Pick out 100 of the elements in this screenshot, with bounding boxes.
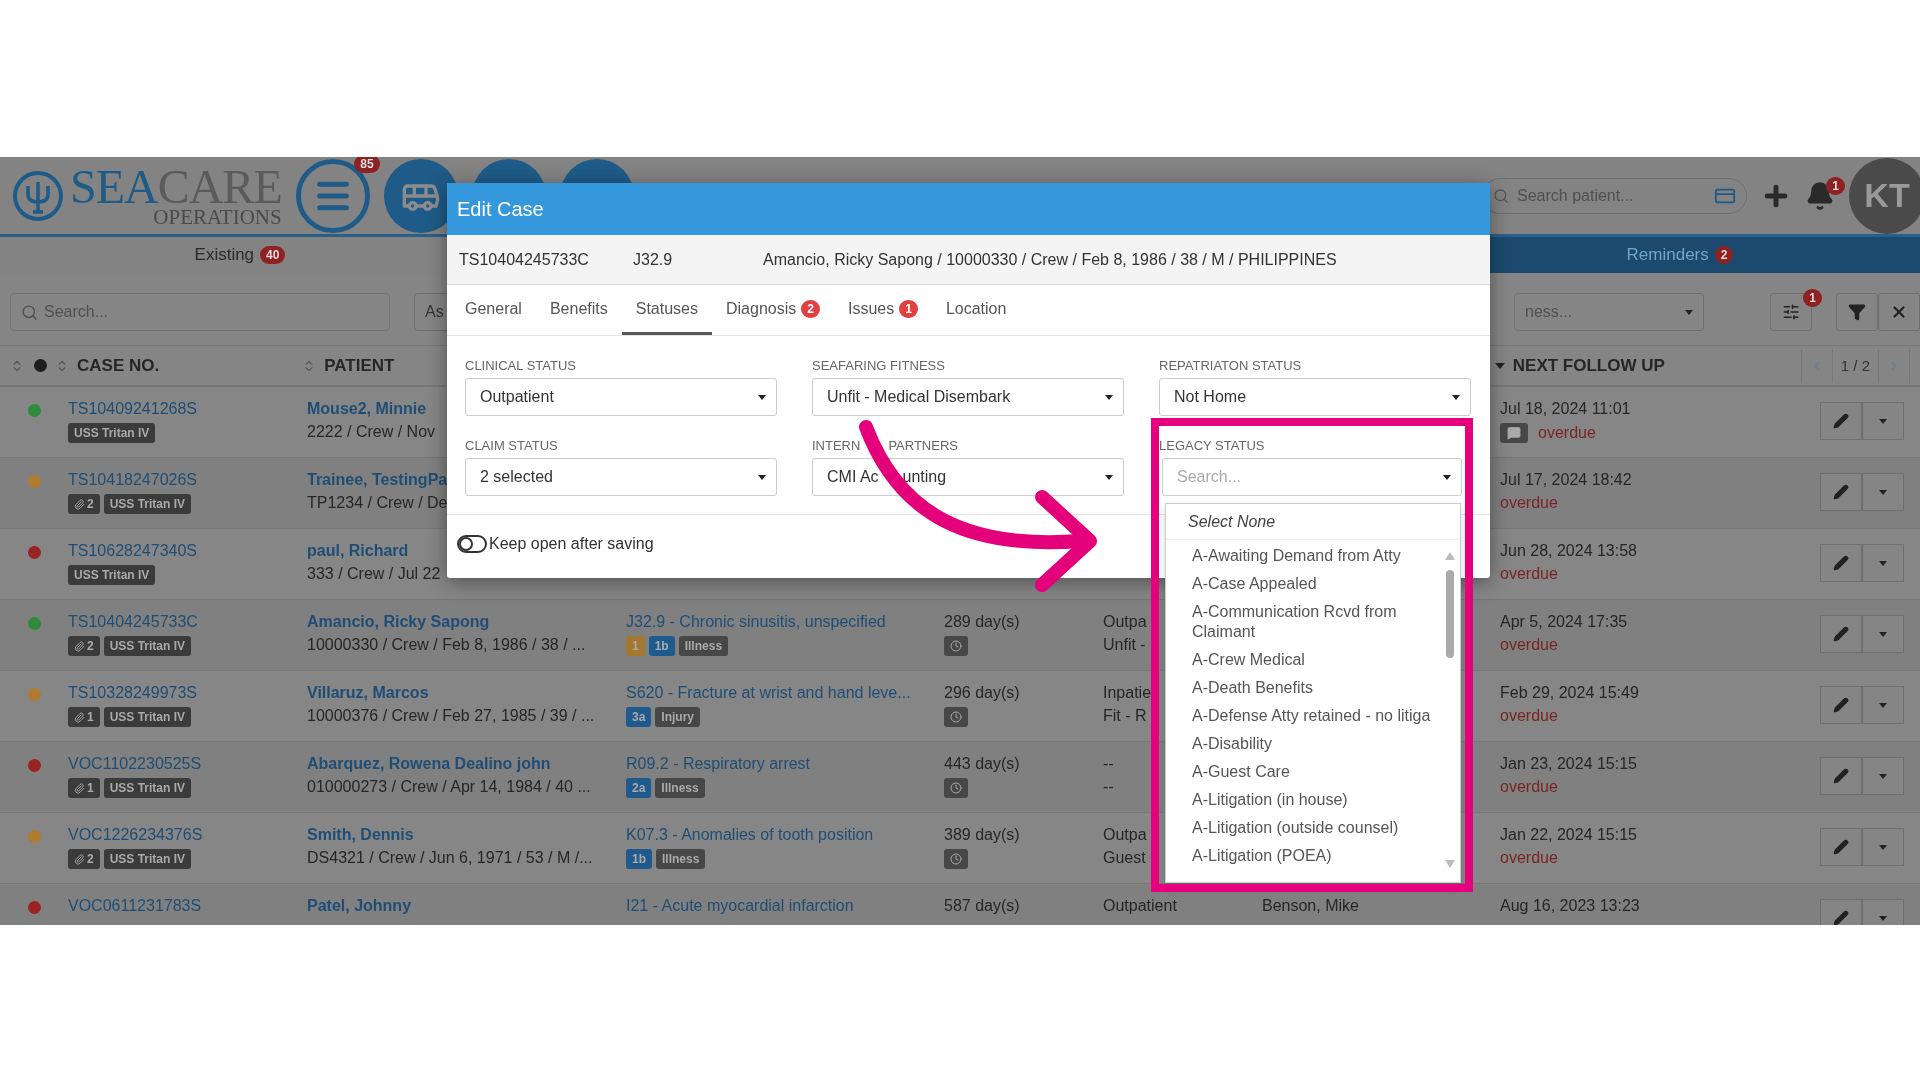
select-field[interactable]: Not Home bbox=[1159, 378, 1471, 416]
select-field[interactable]: CMI Ac unting bbox=[812, 458, 1124, 496]
duration-text: 587 day(s) bbox=[944, 897, 1020, 915]
overdue-label: overdue bbox=[1500, 636, 1558, 654]
column-header[interactable]: PATIENT bbox=[324, 355, 395, 376]
search-select-field[interactable]: Search... bbox=[1162, 458, 1462, 496]
diagnosis-link[interactable]: I21 - Acute myocardial infarction bbox=[626, 897, 854, 915]
select-field[interactable]: Outpatient bbox=[465, 378, 777, 416]
dialog-tab[interactable]: Issues 1 bbox=[833, 285, 932, 335]
patient-name-link[interactable]: Trainee, TestingPa bbox=[307, 471, 448, 489]
dialog-tab[interactable]: Statuses bbox=[621, 285, 712, 335]
diagnosis-tag: Illness bbox=[656, 849, 706, 869]
patient-name-link[interactable]: paul, Richard bbox=[307, 542, 409, 560]
dialog-tab[interactable]: Benefits bbox=[535, 285, 622, 335]
toggle-label: Keep open after saving bbox=[489, 535, 654, 553]
diagnosis-tag: 1b bbox=[626, 849, 652, 869]
patient-name-link[interactable]: Smith, Dennis bbox=[307, 826, 414, 844]
contact-text: Benson, Mike bbox=[1262, 897, 1359, 915]
status-text: Inpatie bbox=[1103, 684, 1152, 702]
follow-up-date: Aug 16, 2023 13:23 bbox=[1500, 897, 1640, 915]
overdue-label: overdue bbox=[1500, 849, 1558, 867]
attachment-tag: 1 bbox=[68, 707, 100, 727]
dropdown-option[interactable]: A-Litigation (POEA) bbox=[1192, 842, 1442, 870]
patient-details: DS4321 / Crew / Jun 6, 1971 / 53 / M /... bbox=[307, 849, 593, 867]
vessel-tag: USS Tritan IV bbox=[103, 707, 192, 727]
status-text: Unfit - bbox=[1103, 636, 1146, 654]
dropdown-option[interactable]: A-Awaiting Demand from Atty bbox=[1192, 542, 1442, 570]
patient-details: 2222 / Crew / Nov bbox=[307, 423, 436, 441]
follow-up-date: Jun 28, 2024 13:58 bbox=[1500, 542, 1637, 560]
diagnosis-tag: 1 bbox=[626, 636, 645, 656]
patient-name-link[interactable]: Patel, Johnny bbox=[307, 897, 412, 915]
dropdown-option[interactable]: A-Defense Atty retained - no litiga bbox=[1192, 702, 1442, 730]
duration-text: 443 day(s) bbox=[944, 755, 1020, 773]
duration-text: 289 day(s) bbox=[944, 613, 1020, 631]
vessel-tag: USS Tritan IV bbox=[103, 849, 192, 869]
dropdown-option[interactable]: A-Communication Rcvd from Claimant bbox=[1192, 598, 1442, 646]
diagnosis-link[interactable]: K07.3 - Anomalies of tooth position bbox=[626, 826, 874, 844]
patient-details: 10000330 / Crew / Feb 8, 1986 / 38 / ... bbox=[307, 636, 586, 654]
dropdown-option[interactable]: A-Death Benefits bbox=[1192, 674, 1442, 702]
diagnosis-tag: Injury bbox=[655, 707, 701, 727]
dropdown-option[interactable]: A-Litigation (outside counsel) bbox=[1192, 814, 1442, 842]
case-number-link[interactable]: TS10404245733C bbox=[68, 613, 198, 631]
patient-name-link[interactable]: Abarquez, Rowena Dealino john bbox=[307, 755, 551, 773]
count-badge: 2 bbox=[1714, 246, 1734, 264]
column-header[interactable]: NEXT FOLLOW UP bbox=[1512, 355, 1665, 376]
vessel-tag: USS Tritan IV bbox=[103, 778, 192, 798]
view-tab[interactable]: Existing 40 bbox=[194, 245, 286, 265]
field-label: REPATRIATON STATUS bbox=[1159, 358, 1302, 373]
patient-name-link[interactable]: Mouse2, Minnie bbox=[307, 400, 427, 418]
attachment-tag: 2 bbox=[68, 636, 100, 656]
dialog-tab[interactable]: Location bbox=[931, 285, 1021, 335]
overdue-label: overdue bbox=[1538, 424, 1596, 442]
case-number-link[interactable]: TS10418247026S bbox=[68, 471, 197, 489]
menu-count-badge: 85 bbox=[354, 157, 380, 173]
case-number-link[interactable]: TS10628247340S bbox=[68, 542, 197, 560]
diagnosis-tag: 2a bbox=[626, 778, 652, 798]
field-label: SEAFARING FITNESS bbox=[812, 358, 945, 373]
user-avatar[interactable]: KT bbox=[1849, 157, 1920, 234]
dropdown-option[interactable]: A-Litigation (in house) bbox=[1192, 786, 1442, 814]
patient-name-link[interactable]: Villaruz, Marcos bbox=[307, 684, 429, 702]
dialog-tab[interactable]: Diagnosis 2 bbox=[712, 285, 834, 335]
page-indicator: 1 / 2 bbox=[1831, 348, 1879, 383]
overdue-label: overdue bbox=[1500, 778, 1558, 796]
dropdown-option[interactable]: A-Guest Care bbox=[1192, 758, 1442, 786]
case-number-link[interactable]: TS10328249973S bbox=[68, 684, 197, 702]
field-label: CLAIM STATUS bbox=[465, 438, 558, 453]
field-label: CLINICAL STATUS bbox=[465, 358, 576, 373]
status-text: Outpa bbox=[1103, 613, 1147, 631]
count-badge: 1 bbox=[899, 299, 918, 318]
vessel-tag: USS Tritan IV bbox=[103, 494, 192, 514]
settings-count-badge: 1 bbox=[1803, 289, 1822, 307]
select-field[interactable]: 2 selected bbox=[465, 458, 777, 496]
field-label: PARTNERS bbox=[888, 438, 958, 453]
patient-details: TP1234 / Crew / De bbox=[307, 494, 448, 512]
patient-details: 010000273 / Crew / Apr 14, 1984 / 40 ... bbox=[307, 778, 591, 796]
dialog-tab[interactable]: General bbox=[451, 285, 536, 335]
dropdown-option[interactable]: A-Case Appealed bbox=[1192, 570, 1442, 598]
case-number-link[interactable]: TS10409241268S bbox=[68, 400, 197, 418]
diagnosis-link[interactable]: R09.2 - Respiratory arrest bbox=[626, 755, 811, 773]
diagnosis-link[interactable]: J32.9 - Chronic sinusitis, unspecified bbox=[626, 613, 886, 631]
dropdown-option[interactable]: A-Crew Medical bbox=[1192, 646, 1442, 674]
select-none-option[interactable]: Select None bbox=[1166, 504, 1460, 540]
case-number-link[interactable]: VOC0611231783S bbox=[68, 897, 202, 915]
status-text: Outpatient bbox=[1103, 897, 1177, 915]
patient-name-link[interactable]: Amancio, Ricky Sapong bbox=[307, 613, 490, 631]
overdue-label: overdue bbox=[1500, 494, 1558, 512]
select-field[interactable]: Unfit - Medical Disembark bbox=[812, 378, 1124, 416]
case-number-link[interactable]: VOC1226234376S bbox=[68, 826, 203, 844]
follow-up-date: Feb 29, 2024 15:49 bbox=[1500, 684, 1639, 702]
view-tab[interactable]: Reminders 2 bbox=[1626, 245, 1734, 265]
duration-text: 389 day(s) bbox=[944, 826, 1020, 844]
vessel-tag: USS Tritan IV bbox=[68, 565, 156, 585]
dialog-title: Edit Case bbox=[447, 183, 1490, 235]
case-number-link[interactable]: VOC1102230525S bbox=[68, 755, 202, 773]
dropdown-option[interactable]: A-Disability bbox=[1192, 730, 1442, 758]
diagnosis-tag: 3a bbox=[626, 707, 652, 727]
diagnosis-link[interactable]: S620 - Fracture at wrist and hand leve... bbox=[626, 684, 911, 702]
column-header[interactable]: CASE NO. bbox=[77, 355, 160, 376]
status-text: Guest bbox=[1103, 849, 1146, 867]
case-number: TS10404245733C bbox=[459, 250, 590, 269]
